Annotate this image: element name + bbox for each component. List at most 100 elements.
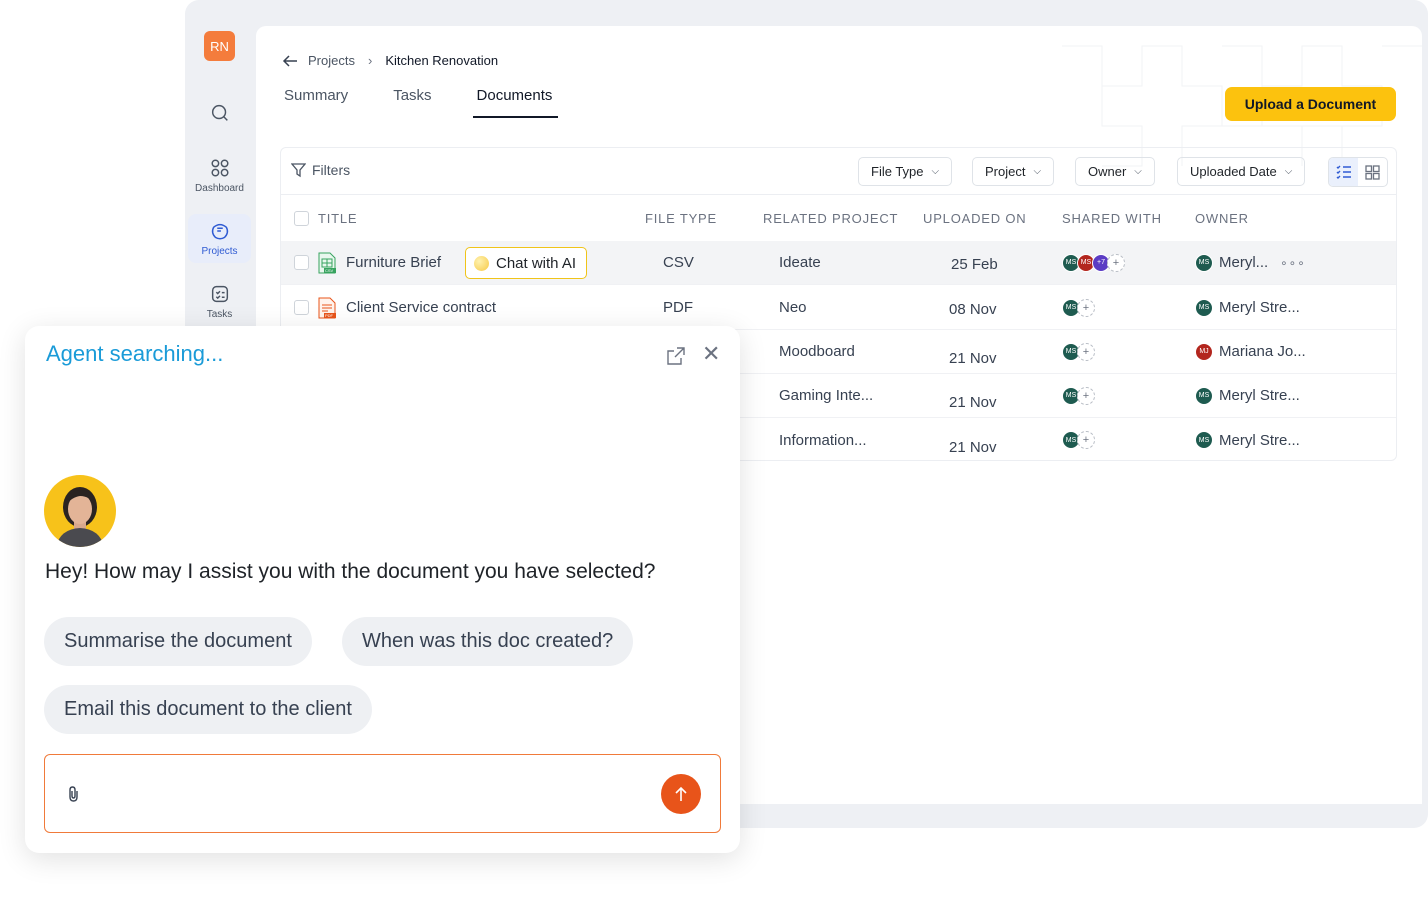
sidebar-item-label: Projects [201, 246, 238, 257]
more-options-icon[interactable]: ∘∘∘ [1280, 256, 1306, 270]
related-project: Gaming Inte... [779, 387, 874, 404]
shared-avatars[interactable]: MS MS +7 + [1062, 253, 1125, 272]
avatar: MS [1195, 386, 1213, 405]
assistant-greeting: Hey! How may I assist you with the docum… [45, 560, 656, 583]
suggestion-chip-creation-date[interactable]: When was this doc created? [342, 617, 634, 666]
add-share-icon[interactable]: + [1077, 298, 1095, 317]
chevron-down-icon: ⌵ [1134, 166, 1142, 177]
column-header-shared-with[interactable]: SHARED WITH [1062, 196, 1162, 241]
row-checkbox[interactable] [294, 300, 309, 315]
sidebar-item-search[interactable] [188, 102, 251, 128]
shared-avatars[interactable]: MS + [1062, 342, 1095, 361]
related-project: Ideate [779, 254, 821, 271]
chevron-right-icon: › [367, 53, 373, 68]
shared-avatars[interactable]: MS + [1062, 298, 1095, 317]
ai-chat-panel: Agent searching... ✕ Hey! How may I assi… [25, 326, 740, 853]
tab-summary[interactable]: Summary [284, 87, 348, 118]
uploaded-date-dropdown[interactable]: Uploaded Date ⌵ [1177, 157, 1306, 186]
breadcrumb-current: Kitchen Renovation [385, 53, 499, 68]
sidebar-item-label: Tasks [206, 309, 233, 320]
list-view-icon [1336, 165, 1351, 179]
filters-bar: Filters File Type ⌵ Project ⌵ Owner ⌵ Uploa… [281, 148, 1396, 195]
shared-avatars[interactable]: MS + [1062, 431, 1095, 449]
avatar: MS [1195, 253, 1213, 272]
file-type: CSV [663, 254, 694, 271]
arrow-up-icon [675, 786, 687, 801]
chat-input-box[interactable] [44, 754, 721, 833]
document-title[interactable]: Furniture Brief [346, 254, 441, 271]
shared-avatars[interactable]: MS + [1062, 386, 1095, 405]
send-button[interactable] [661, 774, 701, 814]
suggestion-chip-email[interactable]: Email this document to the client [44, 685, 372, 734]
select-all-checkbox[interactable] [294, 211, 309, 226]
sidebar-item-label: Dashboard [195, 183, 244, 194]
agent-avatar [44, 475, 116, 547]
tab-bar: Summary Tasks Documents [284, 87, 603, 118]
uploaded-date: 08 Nov [949, 301, 997, 318]
tab-tasks[interactable]: Tasks [393, 87, 431, 118]
suggestion-chip-summarise[interactable]: Summarise the document [44, 617, 312, 666]
upload-document-button[interactable]: Upload a Document [1225, 87, 1396, 121]
grid-view-button[interactable] [1358, 158, 1387, 186]
column-header-title[interactable]: TITLE [318, 196, 357, 241]
list-view-button[interactable] [1329, 158, 1358, 186]
uploaded-date: 21 Nov [949, 350, 997, 367]
project-dropdown[interactable]: Project ⌵ [972, 157, 1055, 186]
chevron-down-icon: ⌵ [1033, 166, 1042, 177]
table-row[interactable]: CSV Furniture Brief Chat with AI CSV Ide… [281, 241, 1396, 285]
add-share-icon[interactable]: + [1107, 253, 1125, 272]
avatar: MJ [1195, 342, 1213, 361]
pdf-file-icon: PDF [318, 297, 336, 319]
user-avatar[interactable]: RN [204, 31, 235, 61]
view-toggle [1328, 157, 1388, 187]
column-header-owner[interactable]: OWNER [1195, 196, 1249, 241]
grid-view-icon [1365, 164, 1380, 180]
open-external-icon[interactable] [666, 346, 686, 366]
table-row[interactable]: PDF Client Service contract PDF Neo 08 N… [281, 286, 1396, 330]
uploaded-date: 21 Nov [949, 394, 997, 411]
filters-button[interactable]: Filters [291, 162, 350, 178]
back-arrow-icon[interactable] [282, 54, 298, 68]
breadcrumb-parent[interactable]: Projects [308, 53, 355, 68]
search-icon [211, 104, 228, 121]
chevron-down-icon: ⌵ [1284, 166, 1293, 177]
related-project: Information... [779, 431, 867, 449]
tasks-icon [211, 285, 228, 303]
column-header-related-project[interactable]: RELATED PROJECT [763, 196, 898, 241]
file-type-dropdown[interactable]: File Type ⌵ [858, 157, 953, 186]
add-share-icon[interactable]: + [1077, 342, 1095, 361]
close-icon[interactable]: ✕ [702, 343, 720, 365]
owner: MS Meryl... ∘∘∘ [1195, 253, 1306, 272]
row-checkbox[interactable] [294, 255, 309, 270]
chat-with-ai-button[interactable]: Chat with AI [465, 247, 588, 279]
owner: MS Meryl Stre... [1195, 386, 1300, 405]
document-title[interactable]: Client Service contract [346, 299, 496, 316]
breadcrumb: Projects › Kitchen Renovation [282, 53, 498, 68]
uploaded-date: 25 Feb [951, 256, 998, 273]
add-share-icon[interactable]: + [1077, 431, 1095, 449]
dashboard-icon [210, 159, 229, 177]
projects-icon [211, 223, 228, 240]
file-type: PDF [663, 299, 693, 316]
owner-dropdown[interactable]: Owner ⌵ [1075, 157, 1155, 186]
ai-orb-icon [474, 255, 489, 271]
column-header-uploaded-on[interactable]: UPLOADED ON [923, 196, 1026, 241]
column-header-file-type[interactable]: FILE TYPE [645, 196, 717, 241]
owner: MS Meryl Stre... [1195, 431, 1300, 449]
owner: MJ Mariana Jo... [1195, 342, 1306, 361]
tab-documents[interactable]: Documents [472, 87, 559, 118]
related-project: Neo [779, 299, 807, 316]
avatar: MS [1195, 298, 1213, 317]
table-header: TITLE FILE TYPE RELATED PROJECT UPLOADED… [281, 196, 1396, 241]
sidebar-item-projects[interactable]: Projects [188, 214, 251, 263]
owner: MS Meryl Stre... [1195, 298, 1300, 317]
csv-file-icon: CSV [318, 252, 336, 274]
sidebar-item-dashboard[interactable]: Dashboard [188, 157, 251, 194]
chevron-down-icon: ⌵ [931, 166, 940, 177]
avatar: MS [1195, 431, 1213, 449]
attachment-icon[interactable] [66, 785, 82, 803]
related-project: Moodboard [779, 343, 855, 360]
sidebar-item-tasks[interactable]: Tasks [188, 283, 251, 320]
filter-icon [291, 163, 306, 178]
add-share-icon[interactable]: + [1077, 386, 1095, 405]
